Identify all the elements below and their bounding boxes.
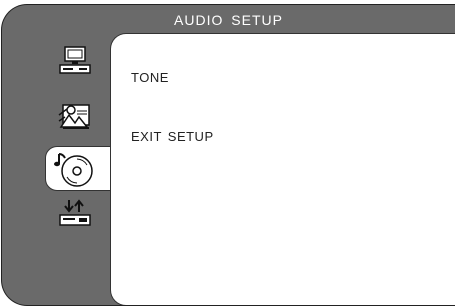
preference-setup-icon[interactable] xyxy=(57,198,93,228)
tone-menu-item[interactable]: TONE xyxy=(131,70,169,85)
video-setup-icon[interactable] xyxy=(57,101,93,131)
general-setup-icon[interactable] xyxy=(57,45,93,75)
setup-window: AUDIO SETUP TONE EXIT SETUP xyxy=(1,4,455,306)
audio-setup-tab[interactable] xyxy=(45,146,117,191)
exit-setup-menu-item[interactable]: EXIT SETUP xyxy=(131,129,214,144)
window-title: AUDIO SETUP xyxy=(174,12,283,28)
audio-disc-icon xyxy=(54,153,93,187)
menu-panel: TONE EXIT SETUP xyxy=(110,33,455,305)
